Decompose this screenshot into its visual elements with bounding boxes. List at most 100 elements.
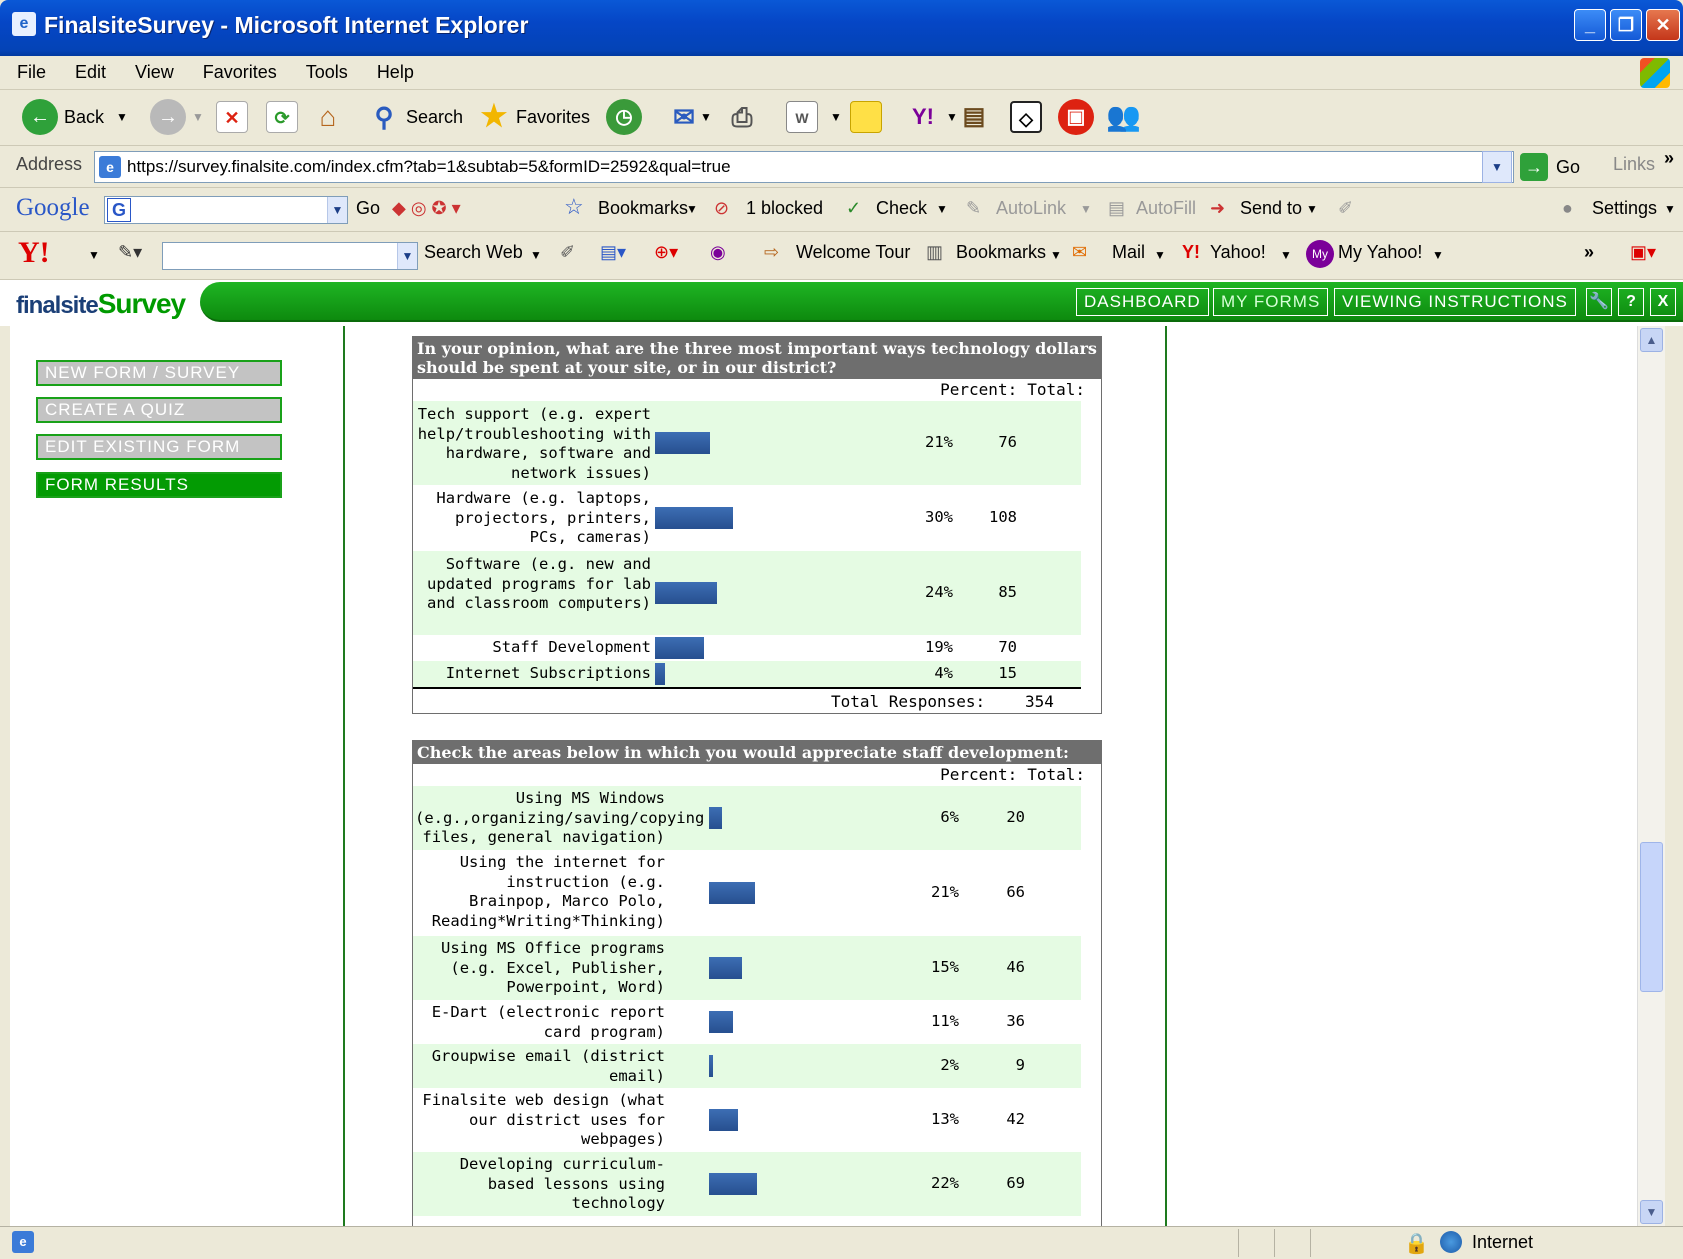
google-logo[interactable]: Google (16, 194, 90, 222)
research-button[interactable]: ▤ (958, 98, 990, 136)
google-icons-group[interactable]: ◆ ◎ ✪ ▾ (392, 198, 461, 219)
messenger-icon: 👥 (1106, 101, 1141, 132)
links-label[interactable]: Links (1613, 154, 1655, 175)
autofill-button[interactable]: AutoFill (1136, 198, 1196, 219)
sidebar-edit-form[interactable]: EDIT EXISTING FORM (36, 434, 282, 460)
yahoo-link-button[interactable]: Yahoo! (1210, 242, 1266, 263)
links-chevron-icon[interactable]: » (1664, 148, 1674, 169)
menu-view[interactable]: View (118, 56, 186, 83)
menu-file[interactable]: File (0, 56, 58, 83)
close-window-button[interactable]: ✕ (1646, 9, 1680, 41)
scroll-up-icon[interactable]: ▲ (1640, 328, 1663, 352)
search-web-button[interactable]: Search Web (424, 242, 523, 263)
restore-button[interactable]: ❐ (1610, 9, 1642, 41)
yahoo-button[interactable]: Y! ▼ (900, 98, 958, 136)
menu-edit[interactable]: Edit (58, 56, 118, 83)
welcome-tour-button[interactable]: Welcome Tour (796, 242, 910, 263)
percent-value: 21% (931, 883, 959, 901)
wrench-icon[interactable]: 🔧 (1586, 288, 1612, 316)
yahoo-search-input[interactable]: ▼ (162, 242, 418, 270)
scroll-down-icon[interactable]: ▼ (1640, 1200, 1663, 1224)
highlight-pen-icon[interactable]: ✐ (560, 242, 575, 263)
result-bar (709, 882, 756, 904)
target-icon[interactable]: ⊕▾ (654, 242, 678, 263)
more-chevron-icon[interactable]: » (1584, 242, 1594, 263)
page-icon: e (99, 156, 121, 178)
highlight-icon[interactable]: ✐ (1338, 198, 1353, 219)
result-bar (709, 957, 742, 979)
result-bar (709, 807, 723, 829)
google-search-input[interactable]: G ▼ (104, 196, 348, 224)
total-value: 36 (1006, 1012, 1025, 1030)
my-yahoo-button[interactable]: My Yahoo! (1338, 242, 1422, 263)
messenger-alert-button[interactable]: ▣ (1058, 98, 1100, 136)
result-bar (709, 1055, 714, 1077)
google-go-button[interactable]: Go (356, 198, 380, 219)
page-tools-icon[interactable]: ▤▾ (600, 242, 626, 263)
pdf-icon[interactable]: ▣▾ (1630, 242, 1656, 263)
go-button[interactable]: → Go (1520, 150, 1580, 184)
result-bar (655, 663, 666, 685)
google-bookmarks-button[interactable]: Bookmarks (598, 198, 688, 219)
result-row: Groupwise email (district email) 2% 9 (413, 1044, 1081, 1088)
standard-toolbar: ← Back ▼ → ▼ ✕ ⟳ ⌂ ⚲ Search ★ Favorites ◷ ✉ ▼ … (0, 90, 1683, 146)
google-search-dropdown[interactable]: ▼ (327, 197, 347, 223)
print-button[interactable]: ⎙ (726, 98, 758, 136)
menu-favorites[interactable]: Favorites (186, 56, 289, 83)
sidebar-create-quiz[interactable]: CREATE A QUIZ (36, 397, 282, 423)
yahoo-search-dropdown[interactable]: ▼ (397, 243, 417, 269)
spellcheck-button[interactable]: Check (876, 198, 927, 219)
help-icon[interactable]: ? (1618, 288, 1644, 316)
yahoo-logo-icon[interactable]: Y! (18, 236, 50, 270)
search-button[interactable]: ⚲ Search (368, 98, 463, 136)
finalsite-survey-logo[interactable]: finalsiteSurvey (16, 288, 186, 320)
media-button[interactable]: ◇ (1010, 98, 1042, 136)
go-arrow-icon: → (1520, 153, 1548, 181)
forward-button[interactable]: → ▼ (150, 98, 204, 136)
nav-viewing-instructions[interactable]: VIEWING INSTRUCTIONS (1334, 288, 1576, 316)
edit-button[interactable]: W ▼ (786, 98, 842, 136)
bookmarks-star-icon: ☆ (564, 194, 584, 219)
vertical-scrollbar[interactable]: ▲ ▼ (1637, 326, 1665, 1226)
menu-help[interactable]: Help (360, 56, 426, 83)
settings-button[interactable]: Settings (1592, 198, 1657, 219)
refresh-button[interactable]: ⟳ (266, 98, 298, 136)
nav-my-forms[interactable]: MY FORMS (1213, 288, 1329, 316)
answer-label: Internet Subscriptions (445, 664, 651, 682)
mail-button[interactable]: ✉ ▼ (668, 98, 712, 136)
address-dropdown[interactable]: ▼ (1482, 151, 1512, 183)
answer-label: Tech support (e.g. expert help/troublesh… (417, 405, 651, 482)
result-row: Software (e.g. new and updated programs … (413, 551, 1081, 635)
messenger-button[interactable]: 👥 (1106, 98, 1141, 136)
back-button[interactable]: ← Back ▼ (22, 98, 128, 136)
stop-button[interactable]: ✕ (216, 98, 248, 136)
nav-dashboard[interactable]: DASHBOARD (1076, 288, 1209, 316)
answer-label: Staff Development (492, 638, 651, 656)
refresh-icon: ⟳ (266, 101, 298, 133)
yahoo-bookmarks-button[interactable]: Bookmarks (956, 242, 1046, 263)
answer-label: Software (e.g. new and updated programs … (427, 555, 651, 612)
history-button[interactable]: ◷ (606, 98, 648, 136)
address-input[interactable]: e https://survey.finalsite.com/index.cfm… (94, 151, 1514, 183)
media-icon: ◇ (1010, 101, 1042, 133)
popup-blocked-count[interactable]: 1 blocked (746, 198, 823, 219)
favorites-button[interactable]: ★ Favorites (478, 98, 590, 136)
note-icon (850, 101, 882, 133)
forward-arrow-icon: → (150, 99, 186, 135)
status-bar: e 🔒 Internet (0, 1226, 1683, 1259)
menu-tools[interactable]: Tools (289, 56, 360, 83)
sidebar-new-form[interactable]: NEW FORM / SURVEY (36, 360, 282, 386)
yahoo-mail-button[interactable]: Mail (1112, 242, 1145, 263)
home-button[interactable]: ⌂ (312, 98, 344, 136)
close-icon[interactable]: X (1650, 288, 1676, 316)
autolink-button[interactable]: AutoLink (996, 198, 1066, 219)
sidebar-form-results[interactable]: FORM RESULTS (36, 472, 282, 498)
scroll-thumb[interactable] (1640, 842, 1663, 992)
music-icon[interactable]: ◉ (710, 242, 726, 263)
pencil-icon[interactable]: ✎▾ (118, 242, 142, 263)
notes-button[interactable] (850, 98, 882, 136)
popup-blocker-icon: ⊘ (714, 198, 730, 218)
percent-value: 15% (931, 958, 959, 976)
minimize-button[interactable]: _ (1574, 9, 1606, 41)
sendto-button[interactable]: Send to (1240, 198, 1302, 219)
